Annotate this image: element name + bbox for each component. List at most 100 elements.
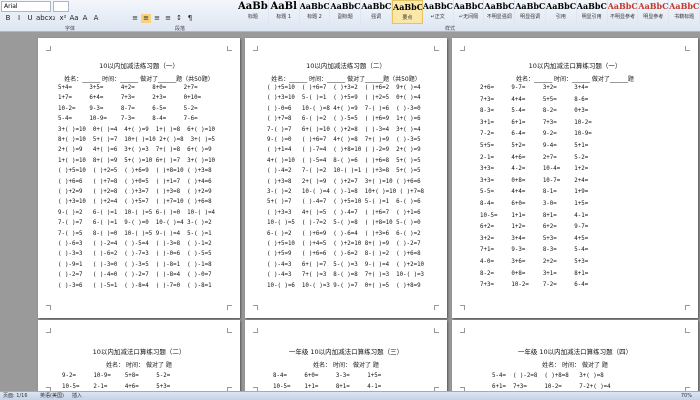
exercise-row: ( )-3=6 ( )-5=1 ( )-8=4 ( )-7=0 ( )-8=1 [58,282,212,289]
style-item[interactable]: AaBbC 副标题 [330,0,362,24]
margin-crop-mark [685,46,690,51]
style-item[interactable]: AaBbCcD 明显引用 [577,0,608,24]
language-indicator[interactable]: 英语(美国) [40,392,64,400]
name-time-header: 姓名： 时间： 做对了 题 [106,362,172,369]
style-name: 标题 2 [307,14,322,20]
format-button[interactable]: A [80,14,90,23]
exercise-row: 6+2= 1+2= 6+2= 9-7= [480,224,589,231]
style-name: ↵无间隔 [458,14,479,20]
align-button[interactable]: ≡ [163,14,173,23]
exercise-row: 7+3= 4+4= 5+5= 8-6= [480,96,589,103]
style-sample: AaBbCcD [422,1,453,11]
margin-crop-mark [227,305,232,310]
document-page[interactable]: 10以内加减法练习题（二） 姓名：______ 时间：______ 做对了____… [245,38,447,318]
margin-crop-mark [253,328,258,333]
page-count[interactable]: 页面: 1/16 [3,392,28,400]
exercise-row: 5+5= 5+2= 9-4= 5+1= [480,143,589,149]
exercise-row: 7-2= 6-4= 9-2= 10-9= [480,131,592,138]
format-button[interactable]: A [91,14,101,23]
zoom-level[interactable]: 70% [681,392,692,400]
exercise-row: 7-( )=5 8-( )=0 10-( )=5 9-( )=4 5-( )=1 [58,230,212,237]
exercise-row: 9-( )=0 ( )+6=7 4+( )=8 7+( )=9 ( )-3=5 [267,137,421,143]
style-item[interactable]: AaBbCcD ↵无间隔 [454,0,485,24]
align-button[interactable]: ≡ [141,14,151,23]
margin-crop-mark [685,328,690,333]
exercise-row: 9-2= 10-9= 5+8= 5-2= [62,373,171,379]
align-button[interactable]: ¶ [185,14,195,23]
style-item[interactable]: AaBbCcD 明显强调 [515,0,546,24]
page-title: 10以内加减法练习题（二） [306,62,386,70]
format-button[interactable]: x₂ [47,14,57,23]
style-item[interactable]: AaBbCcI 明显参考 [638,0,670,24]
margin-crop-mark [460,328,465,333]
page-title: 10以内加减法练习题（一） [99,62,179,70]
exercise-row: ( )-9=1 ( )-3=0 ( )-3=5 ( )-8=1 ( )-1=8 [58,261,212,268]
style-sample: AaBbCcD [669,1,700,11]
style-item[interactable]: AaBbCcD ↵正文 [423,0,454,24]
insert-mode[interactable]: 插入 [72,392,82,400]
format-button[interactable]: x² [58,14,68,23]
style-item[interactable]: AaBbCcD 不明显强调 [484,0,516,24]
style-item[interactable]: AaBbCcD 引用 [546,0,577,24]
document-page[interactable]: 一年级 10以内加减法口算练习题（四） 姓名： 时间： 做对了 题 5-4= ( )… [452,320,698,391]
page-title: 10以内加减法口算练习题（一） [528,62,622,70]
exercise-row: 5+4= 3+5= 4+2= 8+0= 2+7= [58,85,198,91]
style-name: 明显引用 [581,14,602,20]
exercise-row: 8-3= 5-4= 8-2= 0+3= [480,108,589,115]
exercise-row: 10-( )=5 ( )-7=2 5-( )=8 ( )+8=10 5-( )=… [267,220,421,227]
style-item[interactable]: AaBbCcD 书籍标题 [669,0,700,24]
format-button[interactable]: abc [36,14,49,23]
style-sample: AaBbCcD [576,1,607,11]
style-sample: AaBbCcI [638,1,669,11]
exercise-row: 7-( )=7 6+( )=10 ( )+2=8 ( )-3=4 3+( )=4 [267,126,421,133]
page-title: 10以内加减法口算练习题（二） [92,348,186,356]
document-page[interactable]: 10以内加减法练习题（一） 姓名：______ 时间：______ 做对了____… [38,38,240,318]
style-sample: AaBl [270,1,297,12]
exercise-row: 8-2= 0+8= 3+1= 8+1= [480,270,589,277]
style-item[interactable]: AaBbCcD 不明显参考 [608,0,639,24]
style-name: 要点 [402,15,413,21]
align-button[interactable]: ≡ [130,14,140,23]
margin-crop-mark [685,305,690,310]
document-page[interactable]: 一年级 10以内加减法口算练习题（三） 姓名： 时间： 做对了 题 8-4= 6+0… [245,320,447,391]
exercise-row: 7+3= 10-2= 7-2= 6-4= [480,282,589,289]
style-sample: AaBbCcD [545,1,577,11]
format-button[interactable]: U [25,14,35,23]
document-workspace[interactable]: 10以内加减法练习题（一） 姓名：______ 时间：______ 做对了____… [0,33,700,391]
style-item[interactable]: AaBl 标题 1 [269,0,300,24]
exercise-row: 2+( )=9 4+( )=6 3+( )=3 7+( )=8 6+( )=9 [58,147,212,154]
format-button[interactable]: I [14,14,24,23]
document-page[interactable]: 10以内加减法口算练习题（二） 姓名： 时间： 做对了 题 9-2= 10-9= 5… [38,320,240,391]
exercise-row: 3+3= 4-2= 10-4= 1+2= [480,166,589,173]
align-button[interactable]: ↕ [174,14,184,23]
style-name: 强调 [371,14,382,20]
exercise-row: ( )+5=10 ( )+4=5 ( )+2=10 8+( )=9 ( )-2=… [267,241,421,247]
exercise-row: 3+1= 6+1= 7+3= 10-2= [480,119,592,126]
style-item[interactable]: AaBbCc 强调 [361,0,392,24]
document-page[interactable]: 10以内加减法口算练习题（一） 姓名：______ 时间：______ 做对了__… [452,38,698,318]
style-name: 不明显强调 [486,14,512,20]
page-title: 一年级 10以内加减法口算练习题（四） [517,348,633,356]
style-item[interactable]: AaBbCcD 要点 [391,0,423,24]
exercise-row: 10-5= 1+1= 8+1= 4-1= [480,212,589,219]
exercise-row: 4+( )=10 ( )-5=4 8-( )=6 ( )+6=8 5+( )=5 [267,157,421,164]
font-name-select[interactable]: Arial [1,1,51,12]
exercise-row: ( )+5=9 ( )+6=6 ( )-6=2 8-( )=2 ( )+6=8 [267,251,421,258]
style-name: 不明显参考 [609,14,635,20]
margin-crop-mark [227,46,232,51]
align-button[interactable]: ≡ [152,14,162,23]
style-name: 副标题 [337,14,353,20]
margin-crop-mark [46,305,51,310]
style-item[interactable]: AaBbC 标题 2 [300,0,331,24]
font-size-select[interactable] [53,1,69,12]
name-time-header: 姓名： 时间： 做对了 题 [542,362,608,369]
exercise-row: ( )-0=6 10-( )=8 4+( )=9 7-( )=6 ( )-3=0 [267,105,421,112]
format-button[interactable]: Aa [69,14,79,23]
exercise-row: ( )+3=3 4+( )=5 ( )-4=7 ( )+6=7 ( )+1=6 [267,209,421,216]
exercise-row: ( )+3=10 ( )+2=4 ( )+5=7 ( )+7=10 ( )+6=… [58,199,212,206]
style-item[interactable]: AaBbC 标题 [238,0,269,24]
exercise-row: 3+( )=10 0+( )=4 4+( )=9 1+( )=8 6+( )=1… [58,126,216,133]
format-button[interactable]: B [3,14,13,23]
exercise-row: ( )+6=6 ( )+7=8 ( )+0=5 ( )+1=7 ( )+4=6 [58,178,212,185]
margin-crop-mark [46,46,51,51]
